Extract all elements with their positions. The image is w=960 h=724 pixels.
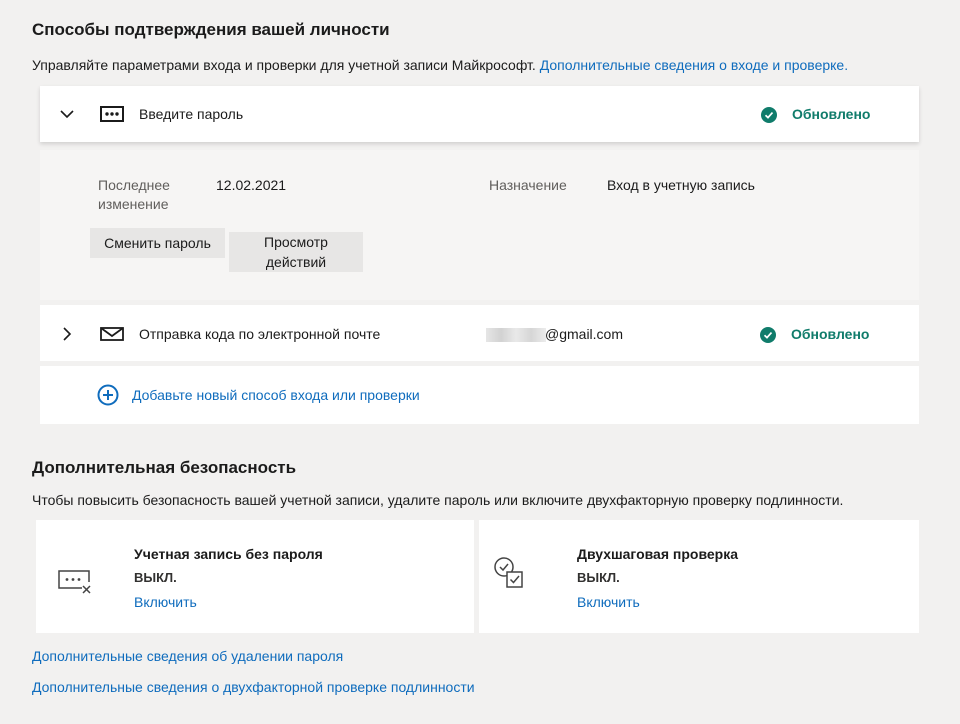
page-subtitle-text: Управляйте параметрами входа и проверки … [32,57,536,73]
email-status-badge: Обновлено [791,326,870,342]
two-step-status: ВЫКЛ. [577,570,620,585]
view-activity-label-2: действий [265,254,327,270]
two-step-enable-link[interactable]: Включить [577,594,640,610]
two-step-check-icon [494,557,523,588]
remove-password-info-link[interactable]: Дополнительные сведения об удалении паро… [32,648,343,664]
view-activity-label-1: Просмотр [264,234,328,250]
passwordless-status: ВЫКЛ. [134,570,177,585]
purpose-value: Вход в учетную запись [607,177,755,193]
passwordless-title: Учетная запись без пароля [134,546,323,562]
envelope-icon [100,327,124,341]
email-method-title: Отправка кода по электронной почте [139,326,381,342]
purpose-label: Назначение [489,177,567,193]
add-method-row[interactable]: Добавьте новый способ входа или проверки [40,366,919,424]
redacted-email-mask [486,328,546,342]
chevron-right-icon[interactable] [60,327,74,341]
signin-info-link[interactable]: Дополнительные сведения о входе и провер… [540,57,848,73]
checkmark-circle-icon [760,327,776,343]
page-subtitle: Управляйте параметрами входа и проверки … [32,57,848,73]
passwordless-card: Учетная запись без пароля ВЫКЛ. Включить [36,520,474,633]
password-details-panel: Последнее изменение 12.02.2021 Назначени… [40,150,919,300]
email-method-row[interactable]: Отправка кода по электронной почте @gmai… [40,305,919,361]
change-password-button[interactable]: Сменить пароль [90,228,225,258]
add-method-link[interactable]: Добавьте новый способ входа или проверки [132,387,420,403]
last-changed-label-2: изменение [98,196,169,212]
checkmark-circle-icon [761,107,777,123]
password-method-row[interactable]: Введите пароль Обновлено [40,86,919,142]
two-step-title: Двухшаговая проверка [577,546,739,562]
last-changed-value: 12.02.2021 [216,177,287,193]
last-changed-label-1: Последнее [98,177,170,193]
security-section-subtitle: Чтобы повысить безопасность вашей учетно… [32,492,844,508]
password-removed-icon [58,570,91,594]
password-method-title: Введите пароль [139,106,244,122]
two-step-card: Двухшаговая проверка ВЫКЛ. Включить [479,520,919,633]
two-factor-info-link[interactable]: Дополнительные сведения о двухфакторной … [32,679,475,695]
page-title: Способы подтверждения вашей личности [32,20,390,39]
passwordless-enable-link[interactable]: Включить [134,594,197,610]
view-activity-button[interactable]: Просмотр действий [229,232,363,272]
plus-circle-icon[interactable] [97,384,119,406]
email-address: @gmail.com [545,326,624,342]
password-dots-icon [100,106,124,122]
chevron-down-icon[interactable] [60,107,74,121]
security-section-title: Дополнительная безопасность [32,458,297,477]
password-status-badge: Обновлено [792,106,871,122]
